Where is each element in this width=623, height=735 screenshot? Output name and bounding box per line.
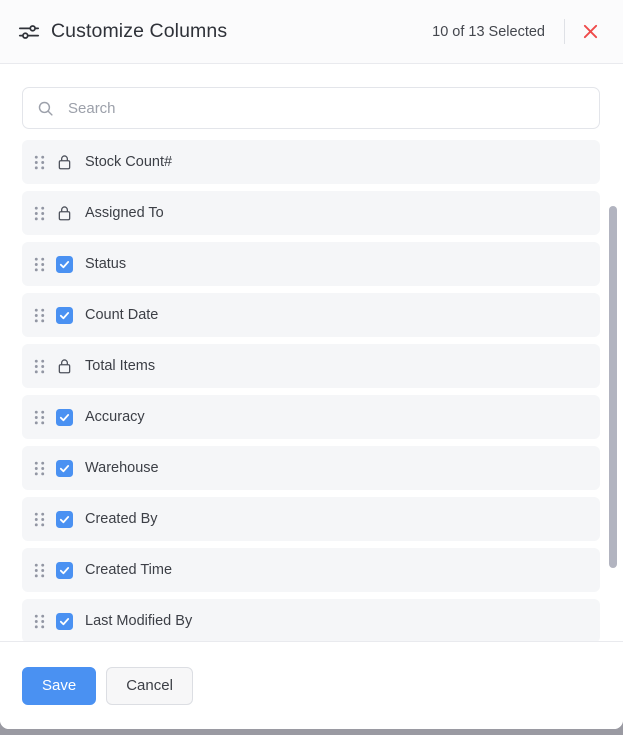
- drag-handle[interactable]: [34, 512, 45, 527]
- dialog-footer: Save Cancel: [0, 641, 623, 729]
- drag-handle[interactable]: [34, 410, 45, 425]
- selected-count-label: 10 of 13 Selected: [432, 23, 545, 40]
- checkbox-checked-icon: [56, 612, 73, 630]
- checkbox-checked-icon: [56, 561, 73, 579]
- column-row[interactable]: Assigned To: [22, 191, 600, 235]
- column-label: Warehouse: [85, 460, 159, 476]
- drag-handle-icon: [34, 410, 45, 424]
- close-button[interactable]: [571, 13, 609, 51]
- drag-handle-icon: [34, 359, 45, 373]
- column-row[interactable]: Last Modified By: [22, 599, 600, 641]
- column-checkbox[interactable]: [56, 561, 73, 579]
- column-checkbox[interactable]: [56, 459, 73, 477]
- column-label: Assigned To: [85, 205, 164, 221]
- customize-columns-dialog: Customize Columns 10 of 13 Selected Sear…: [0, 0, 623, 729]
- column-list: Stock Count# Assigned To Status Count Date T…: [0, 140, 623, 641]
- column-label: Last Modified By: [85, 613, 193, 629]
- dialog-header-right: 10 of 13 Selected: [432, 13, 609, 51]
- checkbox-checked-icon: [56, 255, 73, 273]
- search-icon: [37, 100, 54, 117]
- list-scrollbar-thumb[interactable]: [609, 206, 617, 568]
- checkbox-checked-icon: [56, 510, 73, 528]
- column-label: Total Items: [85, 358, 156, 374]
- column-row[interactable]: Status: [22, 242, 600, 286]
- column-row[interactable]: Created Time: [22, 548, 600, 592]
- drag-handle[interactable]: [34, 155, 45, 170]
- column-label: Created Time: [85, 562, 173, 578]
- page-title: Customize Columns: [51, 20, 228, 42]
- column-row[interactable]: Created By: [22, 497, 600, 541]
- column-checkbox[interactable]: [56, 408, 73, 426]
- drag-handle[interactable]: [34, 614, 45, 629]
- column-checkbox[interactable]: [56, 612, 73, 630]
- drag-handle[interactable]: [34, 563, 45, 578]
- header-divider: [564, 19, 565, 44]
- column-row[interactable]: Total Items: [22, 344, 600, 388]
- column-label: Status: [85, 256, 127, 272]
- column-row[interactable]: Stock Count#: [22, 140, 600, 184]
- column-label: Accuracy: [85, 409, 145, 425]
- checkbox-checked-icon: [56, 408, 73, 426]
- lock-icon: [56, 358, 73, 375]
- lock-icon: [56, 205, 73, 222]
- search-input[interactable]: [66, 88, 587, 128]
- lock-icon: [56, 154, 73, 171]
- drag-handle-icon: [34, 512, 45, 526]
- column-label: Count Date: [85, 307, 159, 323]
- column-list-viewport: Stock Count# Assigned To Status Count Date T…: [0, 140, 623, 641]
- drag-handle-icon: [34, 257, 45, 271]
- dialog-body: Stock Count# Assigned To Status Count Date T…: [0, 64, 623, 641]
- column-checkbox[interactable]: [56, 510, 73, 528]
- column-row[interactable]: Warehouse: [22, 446, 600, 490]
- column-row[interactable]: Count Date: [22, 293, 600, 337]
- column-row[interactable]: Accuracy: [22, 395, 600, 439]
- checkbox-checked-icon: [56, 306, 73, 324]
- drag-handle-icon: [34, 563, 45, 577]
- close-icon: [582, 23, 599, 40]
- drag-handle[interactable]: [34, 308, 45, 323]
- column-checkbox[interactable]: [56, 306, 73, 324]
- list-scrollbar-track[interactable]: [609, 144, 617, 637]
- sliders-icon: [18, 21, 40, 43]
- dialog-header: Customize Columns 10 of 13 Selected: [0, 0, 623, 64]
- drag-handle[interactable]: [34, 461, 45, 476]
- checkbox-checked-icon: [56, 459, 73, 477]
- drag-handle-icon: [34, 155, 45, 169]
- drag-handle-icon: [34, 461, 45, 475]
- drag-handle[interactable]: [34, 206, 45, 221]
- drag-handle[interactable]: [34, 257, 45, 272]
- column-label: Created By: [85, 511, 158, 527]
- search-container: [0, 64, 623, 140]
- search-box[interactable]: [22, 87, 600, 129]
- drag-handle-icon: [34, 308, 45, 322]
- column-label: Stock Count#: [85, 154, 173, 170]
- dialog-header-left: Customize Columns: [18, 20, 227, 43]
- drag-handle[interactable]: [34, 359, 45, 374]
- column-checkbox[interactable]: [56, 255, 73, 273]
- cancel-button[interactable]: Cancel: [106, 666, 193, 705]
- page-root: Customize Columns 10 of 13 Selected Sear…: [0, 0, 623, 735]
- save-button[interactable]: Save: [22, 666, 97, 705]
- drag-handle-icon: [34, 206, 45, 220]
- drag-handle-icon: [34, 614, 45, 628]
